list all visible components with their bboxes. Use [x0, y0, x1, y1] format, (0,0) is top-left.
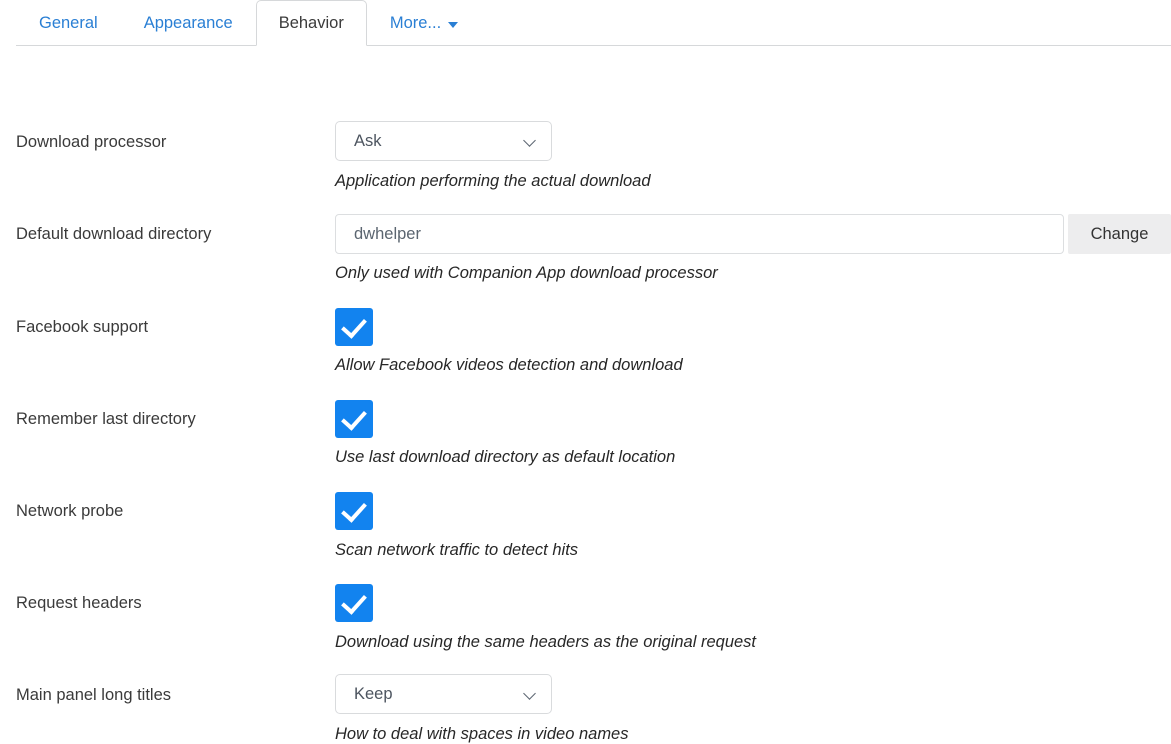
setting-label-download-processor: Download processor	[16, 133, 166, 152]
control-wrapper-request-headers	[335, 584, 373, 622]
chevron-down-icon	[524, 688, 537, 701]
setting-hint-request-headers: Download using the same headers as the o…	[335, 633, 756, 652]
setting-hint-main-panel-long-titles: How to deal with spaces in video names	[335, 725, 629, 744]
setting-hint-facebook-support: Allow Facebook videos detection and down…	[335, 356, 683, 375]
setting-label-default-download-directory: Default download directory	[16, 225, 211, 244]
checkbox-network-probe[interactable]	[335, 492, 373, 530]
tab-bar: General Appearance Behavior More...	[0, 0, 1171, 46]
tab-behavior[interactable]: Behavior	[256, 0, 367, 46]
select-main-panel-long-titles[interactable]: Keep	[335, 674, 552, 714]
setting-hint-download-processor: Application performing the actual downlo…	[335, 172, 651, 191]
input-default-download-directory[interactable]	[335, 214, 1064, 254]
setting-hint-remember-last-directory: Use last download directory as default l…	[335, 448, 675, 467]
control-wrapper-default-download-directory: Change	[335, 214, 1171, 254]
change-button-label: Change	[1091, 225, 1149, 244]
tab-general[interactable]: General	[16, 0, 121, 46]
checkbox-remember-last-directory[interactable]	[335, 400, 373, 438]
control-wrapper-download-processor: Ask	[335, 121, 552, 161]
setting-label-main-panel-long-titles: Main panel long titles	[16, 686, 171, 705]
control-wrapper-network-probe	[335, 492, 373, 530]
setting-label-network-probe: Network probe	[16, 502, 123, 521]
chevron-down-icon	[524, 135, 537, 148]
select-value: Keep	[354, 685, 524, 704]
control-wrapper-main-panel-long-titles: Keep	[335, 674, 552, 714]
control-wrapper-remember-last-directory	[335, 400, 373, 438]
checkbox-request-headers[interactable]	[335, 584, 373, 622]
tab-appearance[interactable]: Appearance	[121, 0, 256, 46]
setting-label-facebook-support: Facebook support	[16, 318, 148, 337]
setting-hint-network-probe: Scan network traffic to detect hits	[335, 541, 578, 560]
setting-hint-default-download-directory: Only used with Companion App download pr…	[335, 264, 718, 283]
chevron-down-icon	[448, 22, 458, 28]
tab-label: General	[39, 14, 98, 33]
tab-label: Appearance	[144, 14, 233, 33]
tab-more[interactable]: More...	[367, 0, 481, 46]
tab-label: Behavior	[279, 14, 344, 33]
select-download-processor[interactable]: Ask	[335, 121, 552, 161]
control-wrapper-facebook-support	[335, 308, 373, 346]
tab-label: More...	[390, 14, 441, 33]
change-directory-button[interactable]: Change	[1068, 214, 1171, 254]
checkbox-facebook-support[interactable]	[335, 308, 373, 346]
setting-label-request-headers: Request headers	[16, 594, 142, 613]
setting-label-remember-last-directory: Remember last directory	[16, 410, 196, 429]
tab-list: General Appearance Behavior More...	[16, 0, 481, 46]
select-value: Ask	[354, 132, 524, 151]
